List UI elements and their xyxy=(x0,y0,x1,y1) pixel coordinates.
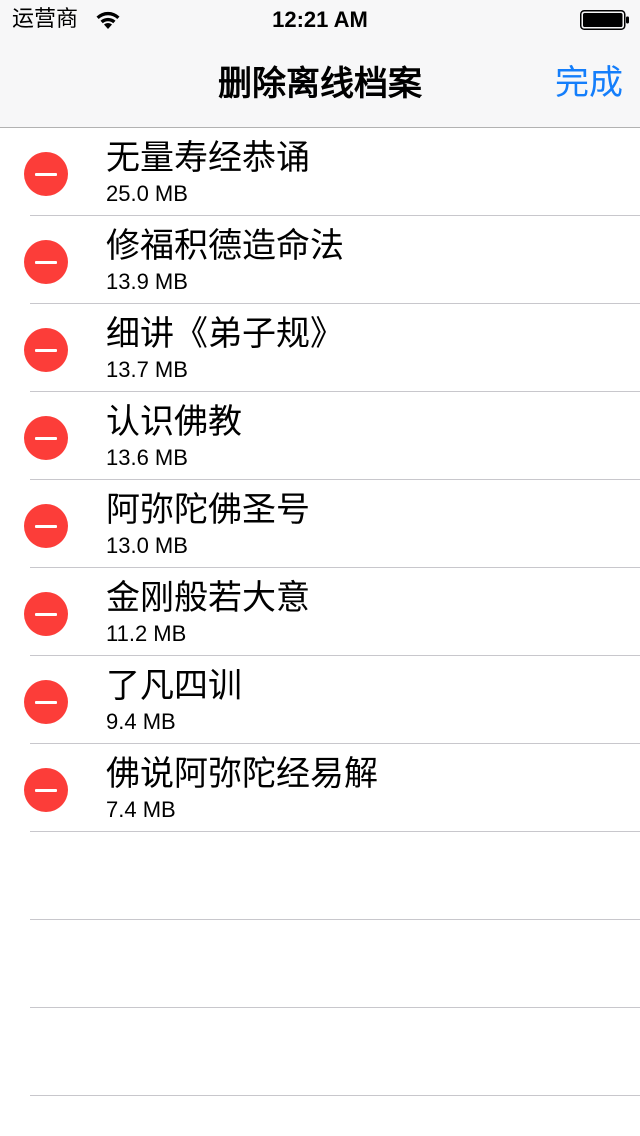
item-size: 9.4 MB xyxy=(106,709,176,734)
empty-row xyxy=(30,1008,640,1096)
item-title: 阿弥陀佛圣号 xyxy=(106,490,310,530)
list-item[interactable]: 修福积德造命法 13.9 MB xyxy=(24,216,640,304)
minus-icon xyxy=(35,524,57,528)
delete-button[interactable] xyxy=(24,768,68,812)
minus-icon xyxy=(35,172,57,176)
item-size: 13.7 MB xyxy=(106,357,188,382)
done-button[interactable]: 完成 xyxy=(555,63,623,103)
page-title: 删除离线档案 xyxy=(218,64,422,104)
screen: 运营商 12:21 AM 删除离线档案 完成 无量寿经恭诵 25.0 MB 修福积德… xyxy=(0,0,640,1136)
list-item[interactable]: 金刚般若大意 11.2 MB xyxy=(24,568,640,656)
list-item[interactable]: 了凡四训 9.4 MB xyxy=(24,656,640,744)
delete-button[interactable] xyxy=(24,152,68,196)
item-title: 认识佛教 xyxy=(106,402,242,442)
top-bar: 运营商 12:21 AM 删除离线档案 完成 xyxy=(0,0,640,128)
minus-icon xyxy=(35,348,57,352)
item-size: 13.9 MB xyxy=(106,269,188,294)
status-bar: 运营商 12:21 AM xyxy=(0,0,640,40)
item-size: 13.6 MB xyxy=(106,445,188,470)
delete-button[interactable] xyxy=(24,592,68,636)
minus-icon xyxy=(35,788,57,792)
minus-icon xyxy=(35,700,57,704)
delete-button[interactable] xyxy=(24,416,68,460)
minus-icon xyxy=(35,260,57,264)
item-size: 11.2 MB xyxy=(106,621,187,646)
delete-button[interactable] xyxy=(24,328,68,372)
battery-icon xyxy=(580,10,629,30)
list-item[interactable]: 细讲《弟子规》 13.7 MB xyxy=(24,304,640,392)
delete-button[interactable] xyxy=(24,680,68,724)
item-size: 25.0 MB xyxy=(106,181,188,206)
status-time: 12:21 AM xyxy=(272,7,368,32)
item-title: 佛说阿弥陀经易解 xyxy=(106,754,378,794)
list-item[interactable]: 认识佛教 13.6 MB xyxy=(24,392,640,480)
item-size: 7.4 MB xyxy=(106,797,176,822)
item-size: 13.0 MB xyxy=(106,533,188,558)
delete-button[interactable] xyxy=(24,240,68,284)
minus-icon xyxy=(35,612,57,616)
list-item[interactable]: 佛说阿弥陀经易解 7.4 MB xyxy=(24,744,640,832)
minus-icon xyxy=(35,436,57,440)
list-item[interactable]: 阿弥陀佛圣号 13.0 MB xyxy=(24,480,640,568)
item-title: 了凡四训 xyxy=(106,666,242,706)
navigation-bar: 删除离线档案 完成 xyxy=(0,40,640,128)
item-title: 修福积德造命法 xyxy=(106,226,344,266)
list-item[interactable]: 无量寿经恭诵 25.0 MB xyxy=(24,128,640,216)
item-title: 细讲《弟子规》 xyxy=(106,314,344,354)
offline-archive-list: 无量寿经恭诵 25.0 MB 修福积德造命法 13.9 MB 细讲《弟子规》 13.7 M… xyxy=(0,128,640,1096)
empty-row xyxy=(30,832,640,920)
item-title: 金刚般若大意 xyxy=(106,578,310,618)
delete-button[interactable] xyxy=(24,504,68,548)
empty-row xyxy=(30,920,640,1008)
item-title: 无量寿经恭诵 xyxy=(106,138,310,178)
